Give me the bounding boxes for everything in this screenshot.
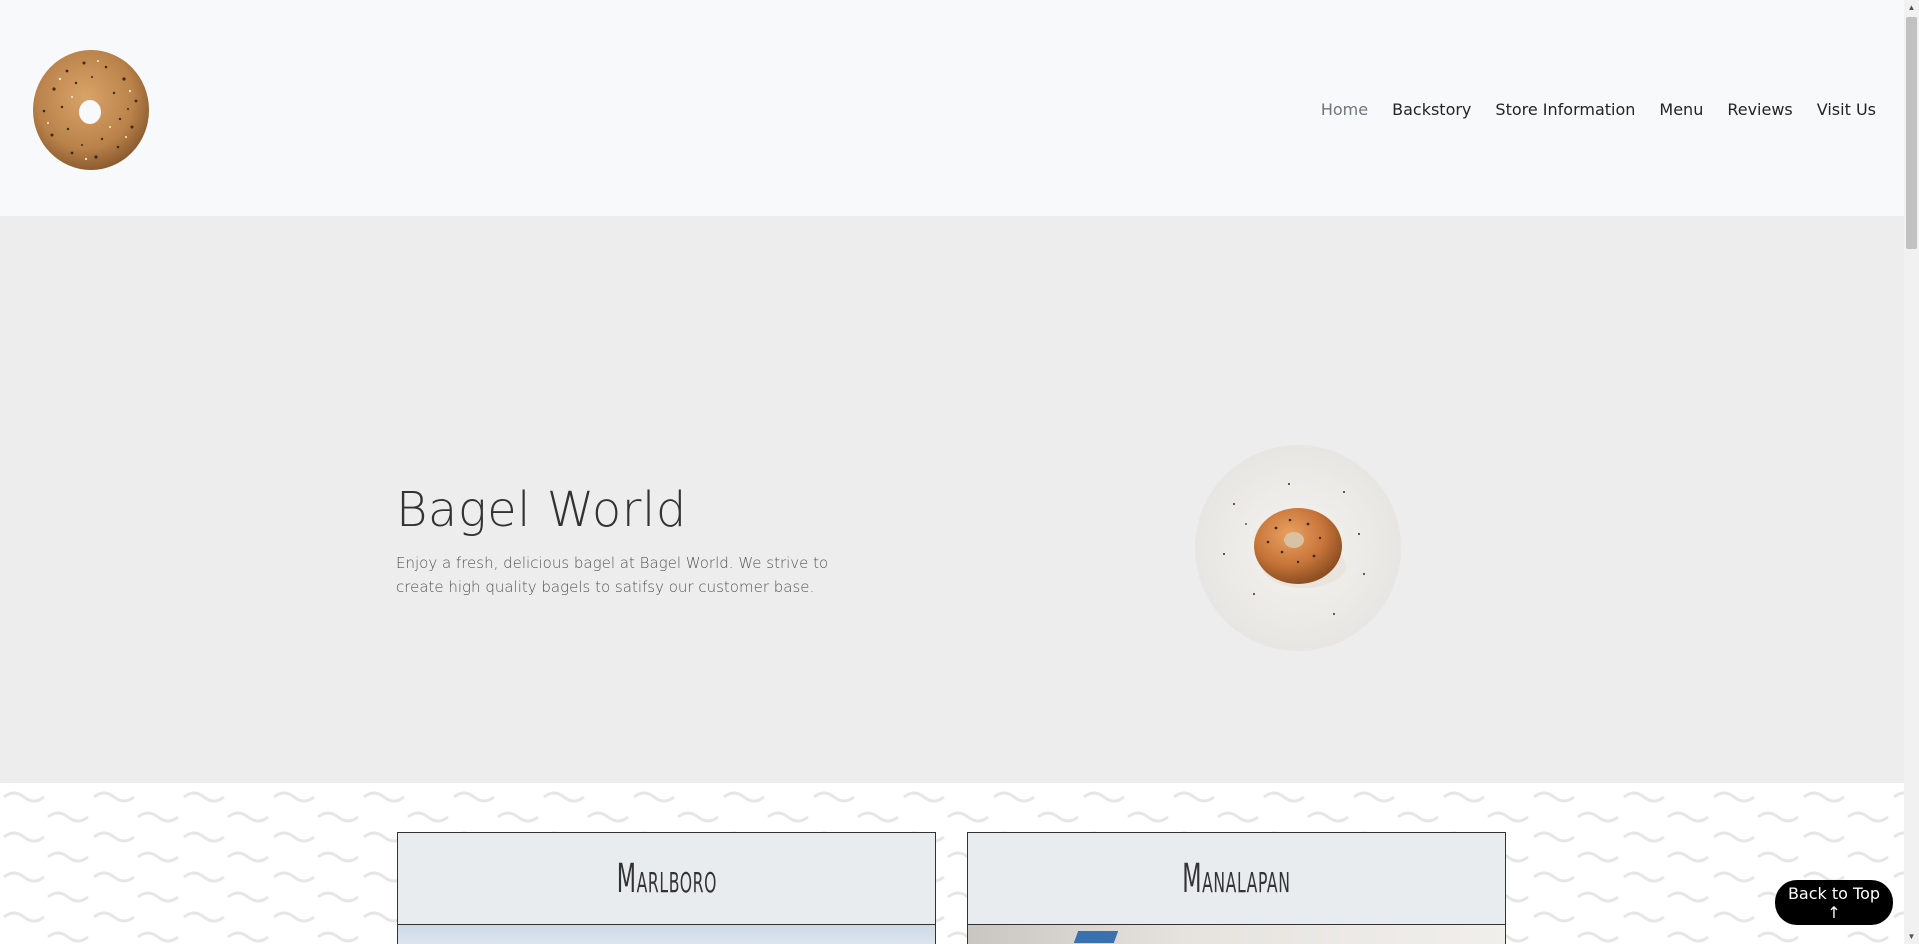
locations-section: Marlboro Manalapan bbox=[0, 783, 1904, 944]
page-scrollbar[interactable]: ▲ ▼ bbox=[1904, 0, 1919, 944]
location-card-header: Manalapan bbox=[968, 833, 1505, 925]
hero-title: Bagel World bbox=[396, 482, 687, 538]
hero-section: Bagel World Enjoy a fresh, delicious bag… bbox=[0, 216, 1904, 783]
back-to-top-button[interactable]: Back to Top ↑ bbox=[1775, 880, 1893, 925]
nav-reviews-link[interactable]: Reviews bbox=[1715, 100, 1804, 119]
main-nav: Home Backstory Store Information Menu Re… bbox=[1309, 96, 1888, 122]
location-card-marlboro[interactable]: Marlboro bbox=[397, 832, 936, 944]
bagel-logo-icon[interactable] bbox=[32, 49, 150, 171]
location-card-header: Marlboro bbox=[398, 833, 935, 925]
site-header: Home Backstory Store Information Menu Re… bbox=[0, 0, 1904, 216]
location-name: Marlboro bbox=[616, 855, 717, 902]
location-name: Manalapan bbox=[1182, 855, 1291, 902]
scroll-thumb[interactable] bbox=[1906, 17, 1917, 249]
nav-menu-link[interactable]: Menu bbox=[1647, 100, 1715, 119]
scroll-down-arrow-icon[interactable]: ▼ bbox=[1904, 929, 1919, 944]
location-photo bbox=[968, 925, 1505, 944]
nav-store-information-link[interactable]: Store Information bbox=[1483, 100, 1647, 119]
scroll-up-arrow-icon[interactable]: ▲ bbox=[1904, 0, 1919, 15]
hero-description: Enjoy a fresh, delicious bagel at Bagel … bbox=[396, 554, 829, 596]
location-card-manalapan[interactable]: Manalapan bbox=[967, 832, 1506, 944]
location-photo bbox=[398, 925, 935, 944]
wave-pattern-background bbox=[0, 783, 1904, 944]
bagel-sandwich-icon bbox=[1194, 444, 1402, 652]
nav-home-link[interactable]: Home bbox=[1309, 100, 1380, 119]
nav-visit-us-link[interactable]: Visit Us bbox=[1805, 100, 1888, 119]
nav-backstory-link[interactable]: Backstory bbox=[1380, 100, 1483, 119]
